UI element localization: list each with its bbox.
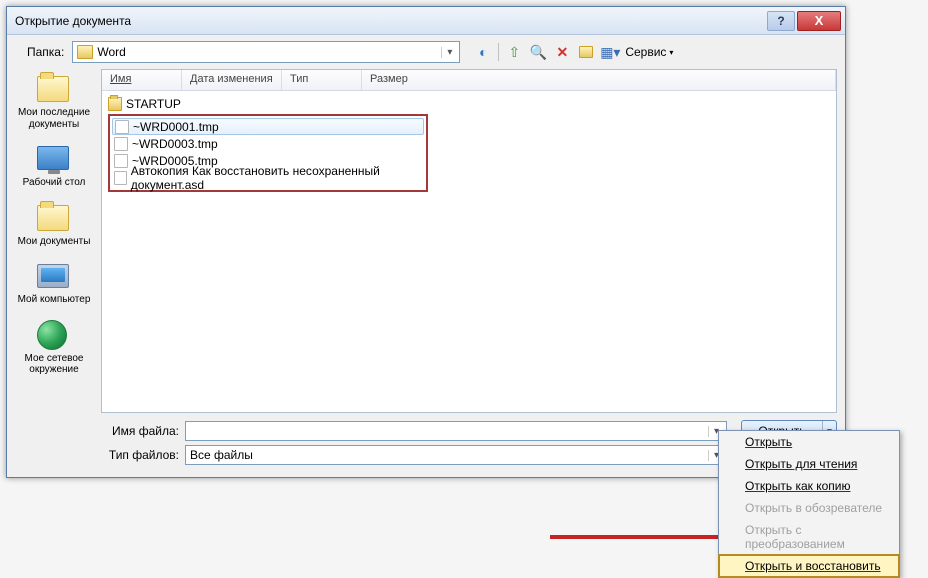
toolbar: Папка: Word ▾ ◐ ⇧ 🔍 ✕ ▦▾ Сервис▾ (7, 35, 845, 65)
file-icon (114, 154, 128, 168)
file-list-pane: Имя Дата изменения Тип Размер STARTUP ~W… (101, 69, 837, 413)
back-arrow-icon[interactable]: ◐ (474, 43, 492, 61)
col-type[interactable]: Тип (282, 70, 362, 90)
folder-icon (108, 97, 122, 111)
sidebar-item-label: Мое сетевое окружение (13, 353, 95, 376)
col-size[interactable]: Размер (362, 70, 836, 90)
file-icon (114, 137, 128, 151)
column-headers: Имя Дата изменения Тип Размер (102, 69, 836, 91)
sidebar-item-desktop[interactable]: Рабочий стол (10, 139, 98, 196)
sidebar-item-recent[interactable]: Мои последние документы (10, 69, 98, 137)
dialog-title: Открытие документа (15, 14, 765, 28)
col-date[interactable]: Дата изменения (182, 70, 282, 90)
file-name: ~WRD0001.tmp (133, 120, 219, 134)
folder-row[interactable]: STARTUP (108, 95, 830, 112)
file-icon (114, 171, 127, 185)
filetype-value: Все файлы (190, 448, 253, 462)
file-row[interactable]: ~WRD0001.tmp (112, 118, 424, 135)
sidebar-item-network[interactable]: Мое сетевое окружение (10, 315, 98, 383)
folder-icon (77, 45, 93, 59)
file-name: STARTUP (126, 97, 181, 111)
file-icon (115, 120, 129, 134)
annotation-arrow (550, 535, 720, 539)
file-list: STARTUP ~WRD0001.tmp ~WRD0003.tmp ~WRD00… (102, 91, 836, 196)
file-name: Автокопия Как восстановить несохраненный… (131, 164, 422, 192)
menu-item-open[interactable]: Открыть (719, 431, 899, 453)
menu-item-open-readonly[interactable]: Открыть для чтения (719, 453, 899, 475)
file-row[interactable]: ~WRD0003.tmp (114, 135, 422, 152)
sidebar-item-label: Мои последние документы (13, 107, 95, 130)
highlighted-file-group: ~WRD0001.tmp ~WRD0003.tmp ~WRD0005.tmp А… (108, 114, 428, 192)
folder-label: Папка: (27, 45, 64, 59)
folder-combo[interactable]: Word ▾ (72, 41, 460, 63)
filetype-combo[interactable]: Все файлы ▾ (185, 445, 727, 465)
views-icon[interactable]: ▦▾ (601, 43, 619, 61)
menu-item-open-browser: Открыть в обозревателе (719, 497, 899, 519)
menu-item-open-recover[interactable]: Открыть и восстановить (718, 554, 900, 578)
service-button[interactable]: Сервис▾ (625, 45, 673, 59)
open-file-dialog: Открытие документа ? X Папка: Word ▾ ◐ ⇧… (6, 6, 846, 478)
sidebar-item-label: Рабочий стол (23, 177, 86, 189)
open-dropdown-menu: Открыть Открыть для чтения Открыть как к… (718, 430, 900, 578)
titlebar: Открытие документа ? X (7, 7, 845, 35)
divider (498, 43, 499, 61)
help-button[interactable]: ? (767, 11, 795, 31)
sidebar-item-computer[interactable]: Мой компьютер (10, 256, 98, 313)
col-name[interactable]: Имя (102, 70, 182, 90)
file-name: ~WRD0003.tmp (132, 137, 218, 151)
toolbar-icons: ◐ ⇧ 🔍 ✕ ▦▾ Сервис▾ (474, 43, 673, 61)
sidebar-item-mydocs[interactable]: Мои документы (10, 198, 98, 255)
filetype-label: Тип файлов: (107, 448, 179, 462)
sidebar-item-label: Мои документы (18, 236, 91, 248)
sidebar-item-label: Мой компьютер (18, 294, 91, 306)
delete-icon[interactable]: ✕ (553, 43, 571, 61)
places-sidebar: Мои последние документы Рабочий стол Мои… (7, 65, 101, 413)
folder-value: Word (97, 45, 441, 59)
chevron-down-icon: ▾ (441, 47, 457, 58)
menu-item-open-copy[interactable]: Открыть как копию (719, 475, 899, 497)
new-folder-icon[interactable] (577, 43, 595, 61)
search-icon[interactable]: 🔍 (529, 43, 547, 61)
filename-label: Имя файла: (107, 424, 179, 438)
up-level-icon[interactable]: ⇧ (505, 43, 523, 61)
file-row[interactable]: Автокопия Как восстановить несохраненный… (114, 169, 422, 186)
filename-input[interactable]: ▾ (185, 421, 727, 441)
close-button[interactable]: X (797, 11, 841, 31)
menu-item-open-transform: Открыть с преобразованием (719, 519, 899, 555)
